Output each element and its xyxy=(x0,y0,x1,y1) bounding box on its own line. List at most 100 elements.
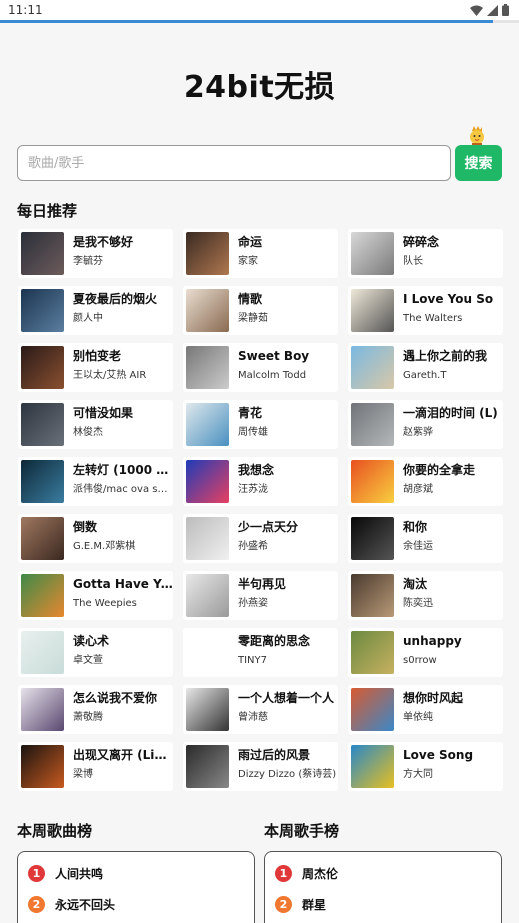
album-cover xyxy=(351,232,394,275)
song-title: 可惜没如果 xyxy=(73,406,134,420)
song-card[interactable]: 和你 余佳运 xyxy=(348,514,503,563)
album-cover xyxy=(351,517,394,560)
song-artist: 单依纯 xyxy=(403,712,433,723)
song-artist: 方大同 xyxy=(403,769,433,780)
album-cover xyxy=(186,232,229,275)
app-title: 24bit无损 xyxy=(183,70,336,105)
song-artist: 余佳运 xyxy=(403,541,433,552)
status-time: 11:11 xyxy=(8,3,43,17)
search-input[interactable] xyxy=(17,145,451,181)
song-card[interactable]: 读心术 卓文萱 xyxy=(18,628,173,677)
song-title: 淘汰 xyxy=(403,577,428,591)
song-info: 我想念 汪苏泷 xyxy=(238,460,338,503)
song-info: 雨过后的风景 Dizzy Dizzo (蔡诗芸) xyxy=(238,745,338,788)
song-artist: Malcolm Todd xyxy=(238,370,307,381)
rank-item[interactable]: 1 人间共鸣 xyxy=(28,858,244,889)
song-info: Sweet Boy Malcolm Todd xyxy=(238,346,338,389)
song-card[interactable]: unhappy s0rrow xyxy=(348,628,503,677)
song-card[interactable]: 一滴泪的时间 (L) 赵紫骅 xyxy=(348,400,503,449)
song-title: 怎么说我不爱你 xyxy=(73,691,158,705)
album-cover xyxy=(21,688,64,731)
album-cover xyxy=(351,346,394,389)
song-artist: 曾沛慈 xyxy=(238,712,268,723)
search-button[interactable]: 搜索 xyxy=(455,145,502,181)
song-info: 情歌 梁静茹 xyxy=(238,289,338,332)
song-card[interactable]: 淘汰 陈奕迅 xyxy=(348,571,503,620)
daily-recommend-title: 每日推荐 xyxy=(17,202,78,220)
song-info: 一个人想着一个人 曾沛慈 xyxy=(238,688,338,731)
song-card[interactable]: 夏夜最后的烟火 颜人中 xyxy=(18,286,173,335)
rank-item[interactable]: 1 周杰伦 xyxy=(275,858,491,889)
song-artist: 颜人中 xyxy=(73,313,103,324)
song-info: 夏夜最后的烟火 颜人中 xyxy=(73,289,173,332)
song-card[interactable]: 碎碎念 队长 xyxy=(348,229,503,278)
album-cover xyxy=(186,688,229,731)
song-card[interactable]: Love Song 方大同 xyxy=(348,742,503,791)
song-artist: 队长 xyxy=(403,256,423,267)
song-title: 少一点天分 xyxy=(238,520,299,534)
song-card[interactable]: 别怕变老 王以太/艾热 AIR xyxy=(18,343,173,392)
song-artist: 李毓芬 xyxy=(73,256,103,267)
song-title: 你要的全拿走 xyxy=(403,463,476,477)
weekly-songs-list: 1 人间共鸣 2 永远不回头 xyxy=(17,851,255,923)
song-info: unhappy s0rrow xyxy=(403,631,503,674)
album-cover xyxy=(351,688,394,731)
weekly-singers-title: 本周歌手榜 xyxy=(264,822,340,840)
rank-number-badge: 1 xyxy=(28,865,45,882)
song-artist: 卓文萱 xyxy=(73,655,103,666)
song-card[interactable]: 零距离的思念 TINY7 xyxy=(183,628,338,677)
song-card[interactable]: 出现又离开 (Live) 梁博 xyxy=(18,742,173,791)
song-card[interactable]: 你要的全拿走 胡彦斌 xyxy=(348,457,503,506)
album-cover xyxy=(186,631,229,674)
song-title: 倒数 xyxy=(73,520,98,534)
song-card[interactable]: 命运 家家 xyxy=(183,229,338,278)
song-card[interactable]: 遇上你之前的我 Gareth.T xyxy=(348,343,503,392)
song-title: 遇上你之前的我 xyxy=(403,349,488,363)
song-card[interactable]: 可惜没如果 林俊杰 xyxy=(18,400,173,449)
search-bar: 搜索 xyxy=(17,145,502,181)
song-card[interactable]: I Love You So The Walters xyxy=(348,286,503,335)
song-artist: 孙盛希 xyxy=(238,541,268,552)
rank-item[interactable]: 2 群星 xyxy=(275,889,491,920)
song-title: I Love You So xyxy=(403,292,494,306)
status-bar: 11:11 xyxy=(0,0,519,20)
song-card[interactable]: 青花 周传雄 xyxy=(183,400,338,449)
song-card[interactable]: 雨过后的风景 Dizzy Dizzo (蔡诗芸) xyxy=(183,742,338,791)
weekly-singers-list: 1 周杰伦 2 群星 xyxy=(264,851,502,923)
song-card[interactable]: 是我不够好 李毓芬 xyxy=(18,229,173,278)
song-title: 我想念 xyxy=(238,463,275,477)
rank-label: 永远不回头 xyxy=(55,898,116,912)
song-card[interactable]: 我想念 汪苏泷 xyxy=(183,457,338,506)
song-card[interactable]: 想你时风起 单依纯 xyxy=(348,685,503,734)
song-info: I Love You So The Walters xyxy=(403,289,503,332)
album-cover xyxy=(351,289,394,332)
song-card[interactable]: Gotta Have You The Weepies xyxy=(18,571,173,620)
song-card[interactable]: 情歌 梁静茹 xyxy=(183,286,338,335)
song-artist: 家家 xyxy=(238,256,258,267)
song-artist: 汪苏泷 xyxy=(238,484,268,495)
song-artist: 赵紫骅 xyxy=(403,427,433,438)
rank-label: 群星 xyxy=(302,898,327,912)
song-card[interactable]: 怎么说我不爱你 萧敬腾 xyxy=(18,685,173,734)
song-title: 零距离的思念 xyxy=(238,634,311,648)
song-info: 半句再见 孙燕姿 xyxy=(238,574,338,617)
song-title: 雨过后的风景 xyxy=(238,748,311,762)
song-info: 淘汰 陈奕迅 xyxy=(403,574,503,617)
song-card[interactable]: 左转灯 (1000 Ti... 派伟俊/mac ova se... xyxy=(18,457,173,506)
song-info: 怎么说我不爱你 萧敬腾 xyxy=(73,688,173,731)
song-artist: Gareth.T xyxy=(403,370,447,381)
song-info: 是我不够好 李毓芬 xyxy=(73,232,173,275)
album-cover xyxy=(186,346,229,389)
song-info: Love Song 方大同 xyxy=(403,745,503,788)
song-card[interactable]: Sweet Boy Malcolm Todd xyxy=(183,343,338,392)
song-card[interactable]: 半句再见 孙燕姿 xyxy=(183,571,338,620)
song-card[interactable]: 少一点天分 孙盛希 xyxy=(183,514,338,563)
song-artist: 林俊杰 xyxy=(73,427,103,438)
song-title: 情歌 xyxy=(238,292,263,306)
song-artist: 派伟俊/mac ova se... xyxy=(73,484,173,495)
song-info: 可惜没如果 林俊杰 xyxy=(73,403,173,446)
song-card[interactable]: 倒数 G.E.M.邓紫棋 xyxy=(18,514,173,563)
rank-item[interactable]: 2 永远不回头 xyxy=(28,889,244,920)
song-info: 零距离的思念 TINY7 xyxy=(238,631,338,674)
song-card[interactable]: 一个人想着一个人 曾沛慈 xyxy=(183,685,338,734)
